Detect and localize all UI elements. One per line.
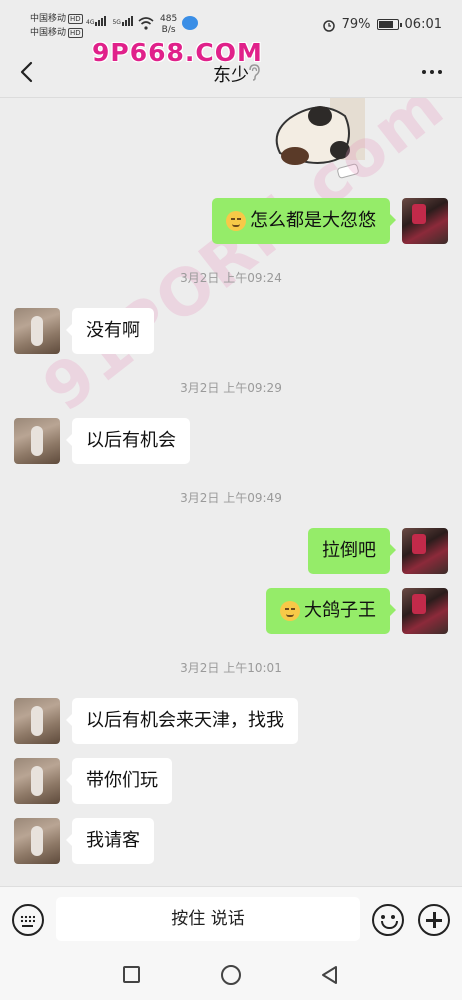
home-icon[interactable]: [221, 965, 241, 985]
message-text: 大鸽子王: [304, 600, 376, 621]
carrier-1: 中国移动: [30, 14, 67, 24]
system-back-icon[interactable]: [320, 965, 338, 985]
avatar[interactable]: [14, 698, 60, 744]
emoji-icon[interactable]: [372, 904, 404, 936]
status-right: 79% 06:01: [322, 17, 442, 32]
battery-icon: [376, 19, 402, 30]
message-timestamp: 3月2日 上午10:01: [180, 661, 282, 675]
net-speed-unit: B/s: [161, 25, 176, 35]
chat-title: 东少: [213, 65, 249, 86]
message-text: 我请客: [86, 830, 140, 851]
message-received[interactable]: 我请客: [14, 818, 154, 864]
net-speed-value: 485: [160, 14, 178, 24]
avatar[interactable]: [402, 528, 448, 574]
more-options-icon[interactable]: [422, 70, 442, 74]
input-bar: 按住 说话: [0, 886, 462, 952]
hd-badge: HD: [68, 14, 83, 24]
hd-badge: HD: [68, 28, 83, 38]
watermark-diagonal: 91PORN.com: [30, 98, 459, 427]
alarm-icon: [322, 19, 335, 32]
message-text: 怎么都是大忽悠: [250, 210, 376, 231]
keyboard-icon[interactable]: [12, 904, 44, 936]
carrier-2: 中国移动: [30, 28, 67, 38]
chat-header: 东少: [0, 48, 462, 98]
message-received[interactable]: 带你们玩: [14, 758, 172, 804]
earpiece-mode-icon: [249, 64, 260, 81]
avatar[interactable]: [14, 308, 60, 354]
message-text: 没有啊: [86, 320, 140, 341]
message-received[interactable]: 以后有机会: [14, 418, 190, 464]
message-bubble[interactable]: 大鸽子王: [266, 588, 396, 634]
net-speed: 485 B/s: [160, 14, 177, 36]
network-type-2: 5G: [112, 19, 121, 26]
message-sent[interactable]: 大鸽子王: [266, 588, 448, 634]
message-bubble[interactable]: 以后有机会: [66, 418, 190, 464]
weibo-icon: [182, 16, 198, 30]
message-bubble[interactable]: 拉倒吧: [308, 528, 396, 574]
laugh-cry-emoji-icon: [226, 211, 246, 231]
hold-to-talk-button[interactable]: 按住 说话: [56, 897, 360, 941]
message-text: 以后有机会来天津，找我: [86, 710, 284, 731]
message-bubble[interactable]: 没有啊: [66, 308, 154, 354]
avatar[interactable]: [14, 818, 60, 864]
sticker-image: [275, 98, 365, 179]
avatar[interactable]: [402, 198, 448, 244]
clock: 06:01: [404, 17, 442, 32]
message-sent[interactable]: 怎么都是大忽悠: [212, 198, 448, 244]
recent-apps-icon[interactable]: [123, 966, 140, 983]
message-timestamp: 3月2日 上午09:29: [180, 381, 282, 395]
message-text: 带你们玩: [86, 770, 158, 791]
message-list[interactable]: 91PORN.com 怎么都是大忽悠 3月2日 上午09:24 没有啊 3月2日…: [0, 98, 462, 886]
message-timestamp: 3月2日 上午09:49: [180, 491, 282, 505]
message-received[interactable]: 以后有机会来天津，找我: [14, 698, 298, 744]
message-text: 以后有机会: [86, 430, 176, 451]
signal-icon: 4G 5G: [86, 16, 133, 26]
message-received[interactable]: 没有啊: [14, 308, 154, 354]
avatar[interactable]: [14, 418, 60, 464]
network-type-1: 4G: [86, 19, 95, 26]
system-nav-bar: [0, 952, 462, 1000]
message-timestamp: 3月2日 上午09:24: [180, 271, 282, 285]
message-bubble[interactable]: 怎么都是大忽悠: [212, 198, 396, 244]
plus-icon[interactable]: [418, 904, 450, 936]
message-bubble[interactable]: 我请客: [66, 818, 154, 864]
message-bubble[interactable]: 以后有机会来天津，找我: [66, 698, 298, 744]
status-bar: 中国移动 HD 中国移动 HD 4G 5G 485 B/s 9P668.COM 79…: [0, 0, 462, 67]
wifi-icon: [138, 17, 154, 30]
message-text: 拉倒吧: [322, 540, 376, 561]
avatar[interactable]: [402, 588, 448, 634]
avatar[interactable]: [14, 758, 60, 804]
message-sent[interactable]: 拉倒吧: [308, 528, 448, 574]
carrier-info: 中国移动 HD 中国移动 HD: [30, 12, 83, 40]
sleepy-emoji-icon: [280, 601, 300, 621]
message-bubble[interactable]: 带你们玩: [66, 758, 172, 804]
battery-percent: 79%: [341, 17, 371, 32]
